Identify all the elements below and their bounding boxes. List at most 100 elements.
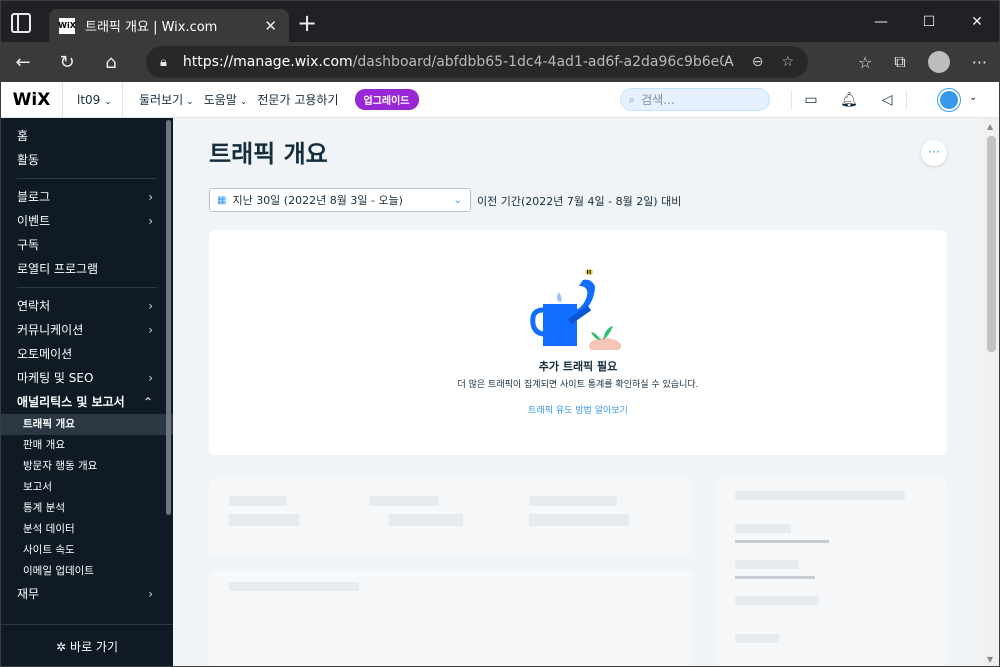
window-controls: — ☐ ✕ [857, 1, 999, 42]
divider [906, 90, 907, 110]
site-selector[interactable]: lt09 ⌄ [63, 81, 123, 118]
top-nav: 둘러보기 ⌄ 도움말 ⌄ 전문가 고용하기 업그레이드 [139, 89, 419, 110]
chevron-up-icon: ⌃ [142, 395, 153, 409]
sidebar-subitem-insights[interactable]: 통계 분석 [1, 498, 173, 519]
search-input[interactable]: ⌕ 검색... [620, 88, 770, 111]
sidebar-item-home[interactable]: 홈 [1, 124, 173, 148]
home-icon[interactable]: ⌂ [89, 42, 133, 82]
main-content: 트래픽 개요 ··· ▦ 지난 30일 (2022년 8월 3일 - 오늘) ⌄… [173, 118, 983, 666]
sidebar-item-subscriptions[interactable]: 구독 [1, 233, 173, 257]
empty-state-card: 추가 트래픽 필요 더 많은 트래픽이 집계되면 사이트 통계를 확인하실 수 … [209, 230, 947, 455]
chevron-down-icon: ⌄ [239, 97, 248, 107]
placeholder-bar [735, 634, 779, 643]
url-field[interactable]: 🔒︎ https://manage.wix.com/dashboard/abfd… [146, 46, 808, 78]
scroll-up-icon[interactable]: ▲ [987, 122, 993, 131]
chevron-down-icon[interactable]: ⌄ [969, 92, 977, 103]
page-title: 트래픽 개요 [209, 140, 328, 168]
scrollbar-thumb[interactable] [987, 136, 996, 352]
divider [17, 178, 157, 179]
quick-access-label: 바로 가기 [70, 640, 119, 654]
tab-bar: WiX 트래픽 개요 | Wix.com ✕ + — ☐ ✕ [1, 1, 999, 42]
drive-traffic-link[interactable]: 트래픽 유도 방법 알아보기 [209, 403, 947, 416]
sidebar-item-analytics[interactable]: 애널리틱스 및 보고서 ⌃ [1, 390, 173, 414]
sidebar-scrollbar[interactable] [166, 120, 171, 515]
notifications-icon[interactable]: 🔔︎ [830, 92, 868, 108]
minimize-icon[interactable]: — [857, 1, 905, 42]
chevron-right-icon: › [148, 299, 153, 313]
collections-icon[interactable]: ⧉ [894, 52, 905, 72]
placeholder-bar [735, 540, 829, 543]
chevron-down-icon: ⌄ [186, 97, 194, 107]
nav-help[interactable]: 도움말 ⌄ [204, 91, 248, 108]
avatar[interactable] [938, 89, 960, 111]
browser-window: WiX 트래픽 개요 | Wix.com ✕ + — ☐ ✕ ← ↻ ⌂ 🔒︎ … [0, 0, 1000, 667]
more-actions-button[interactable]: ··· [921, 140, 947, 166]
sidebar-item-contacts[interactable]: 연락처 › [1, 294, 173, 318]
divider [17, 287, 157, 288]
sidebar-subitem-visitor-behavior[interactable]: 방문자 행동 개요 [1, 456, 173, 477]
close-window-icon[interactable]: ✕ [953, 1, 999, 42]
calendar-icon: ▦ [217, 194, 227, 206]
announcements-icon[interactable]: ◁ [868, 92, 906, 108]
nav-hire-expert[interactable]: 전문가 고용하기 [257, 91, 338, 108]
sidebar-item-blog[interactable]: 블로그 › [1, 185, 173, 209]
loading-placeholder-card [209, 478, 693, 556]
compare-period-text: 이전 기간(2022년 7월 4일 - 8월 2일) 대비 [477, 195, 682, 208]
add-favorite-icon[interactable]: ☆ [781, 54, 794, 70]
browser-tab[interactable]: WiX 트래픽 개요 | Wix.com ✕ [49, 9, 289, 42]
upgrade-button[interactable]: 업그레이드 [354, 89, 419, 110]
tab-actions-icon[interactable] [11, 13, 31, 33]
sidebar-item-communications[interactable]: 커뮤니케이션 › [1, 318, 173, 342]
sidebar-subitem-analytics-data[interactable]: 분석 데이터 [1, 519, 173, 540]
sidebar-subitem-site-speed[interactable]: 사이트 속도 [1, 540, 173, 561]
back-icon[interactable]: ← [1, 42, 45, 82]
sidebar-item-finance[interactable]: 재무 › [1, 582, 173, 606]
placeholder-bar [229, 496, 287, 506]
sidebar-item-automations[interactable]: 오토메이션 [1, 342, 173, 366]
lock-icon[interactable]: 🔒︎ [160, 55, 167, 70]
date-range-value: 지난 30일 (2022년 8월 3일 - 오늘) [232, 194, 403, 207]
refresh-icon[interactable]: ↻ [45, 42, 89, 82]
sidebar-item-activity[interactable]: 활동 [1, 148, 173, 172]
chevron-right-icon: › [148, 190, 153, 204]
new-tab-icon[interactable]: + [297, 11, 317, 35]
site-name: lt09 [77, 92, 101, 107]
sidebar-subitem-sales-overview[interactable]: 판매 개요 [1, 435, 173, 456]
search-placeholder: 검색... [641, 93, 675, 107]
placeholder-bar [735, 596, 819, 605]
sidebar-subitem-reports[interactable]: 보고서 [1, 477, 173, 498]
menu-icon[interactable]: ··· [972, 53, 987, 72]
search-icon: ⌕ [629, 92, 636, 106]
placeholder-bar [735, 560, 799, 569]
nav-explore[interactable]: 둘러보기 ⌄ [139, 91, 194, 108]
close-tab-icon[interactable]: ✕ [264, 17, 277, 35]
main-scrollbar[interactable]: ▲ ▼ [983, 118, 999, 666]
date-range-select[interactable]: ▦ 지난 30일 (2022년 8월 3일 - 오늘) ⌄ [209, 188, 471, 212]
scroll-down-icon[interactable]: ▼ [987, 655, 993, 664]
chevron-right-icon: › [148, 587, 153, 601]
read-aloud-icon[interactable]: A [724, 54, 734, 70]
wix-logo[interactable]: WiX [1, 81, 63, 118]
zoom-icon[interactable]: ⊖ [752, 54, 764, 70]
sparkle-icon: ✲ [55, 639, 67, 654]
browser-profile-icon[interactable] [927, 51, 950, 73]
placeholder-bar [735, 491, 905, 500]
url-text: https://manage.wix.com/dashboard/abfdbb6… [182, 54, 725, 70]
maximize-icon[interactable]: ☐ [905, 1, 953, 42]
messages-icon[interactable]: ▭ [792, 92, 830, 108]
sidebar-item-marketing-seo[interactable]: 마케팅 및 SEO › [1, 366, 173, 390]
wix-favicon-icon: WiX [58, 17, 76, 34]
sidebar-item-loyalty[interactable]: 로열티 프로그램 [1, 257, 173, 281]
sidebar-subitem-traffic-overview[interactable]: 트래픽 개요 [1, 414, 173, 435]
favorites-icon[interactable]: ☆ [858, 53, 872, 72]
placeholder-bar [369, 496, 439, 506]
address-bar: ← ↻ ⌂ 🔒︎ https://manage.wix.com/dashboar… [1, 42, 999, 82]
wix-top-bar: WiX lt09 ⌄ 둘러보기 ⌄ 도움말 ⌄ 전문가 고용하기 업그레이드 ⌕ 검… [1, 81, 999, 118]
placeholder-bar [529, 496, 617, 506]
quick-access-button[interactable]: ✲ 바로 가기 [1, 624, 173, 666]
sidebar-item-events[interactable]: 이벤트 › [1, 209, 173, 233]
empty-state-title: 추가 트래픽 필요 [538, 360, 618, 373]
chevron-right-icon: › [148, 371, 153, 385]
sidebar-subitem-email-updates[interactable]: 이메일 업데이트 [1, 561, 173, 582]
placeholder-bar [229, 514, 299, 526]
